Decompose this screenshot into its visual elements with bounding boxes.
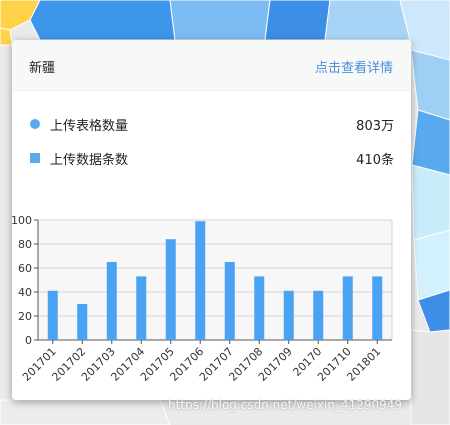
stat-value: 803万 [356,119,394,134]
y-tick-label: 100 [12,214,32,227]
region-name: 新疆 [29,61,56,76]
map-region [264,0,331,41]
map-region [411,109,450,176]
bar [254,276,265,340]
square-marker-icon [30,153,40,163]
bar [224,262,235,340]
view-details-link[interactable]: 点击查看详情 [315,57,393,76]
popup-header: 新疆 点击查看详情 [12,40,411,91]
bar [283,290,294,340]
bar [47,290,58,340]
y-tick-label: 0 [25,334,32,347]
bar [165,239,176,340]
watermark-text: https://blog.csdn.net/weixin_41290949 [168,398,403,412]
map-region [411,164,450,241]
y-tick-label: 60 [18,262,32,275]
map-region [413,229,450,301]
stat-label: 上传数据条数 [50,153,129,168]
stat-label: 上传表格数量 [50,119,129,134]
map-region [0,27,13,46]
y-tick-label: 80 [18,238,32,251]
bar [313,290,324,340]
plot-area [38,220,392,340]
map-region [410,329,450,425]
stat-row-tables: 上传表格数量 803万 [30,115,394,135]
y-tick-label: 20 [18,310,32,323]
bar [106,262,117,340]
stat-value: 410条 [356,153,394,168]
bar [195,221,206,340]
bar-chart: 0204060801002017012017022017032017042017… [12,214,393,384]
map-region [29,0,176,41]
y-tick-label: 40 [18,286,32,299]
map-region [324,0,411,41]
map-region [0,399,171,425]
bar [77,304,88,340]
bar [372,276,383,340]
bar [342,276,353,340]
map-region [169,0,271,41]
circle-marker-icon [30,119,40,129]
stat-row-records: 上传数据条数 410条 [30,149,394,169]
bar [136,276,147,340]
region-popup: 新疆 点击查看详情 上传表格数量 803万 上传数据条数 410条 0 20 40 6… [12,40,411,400]
